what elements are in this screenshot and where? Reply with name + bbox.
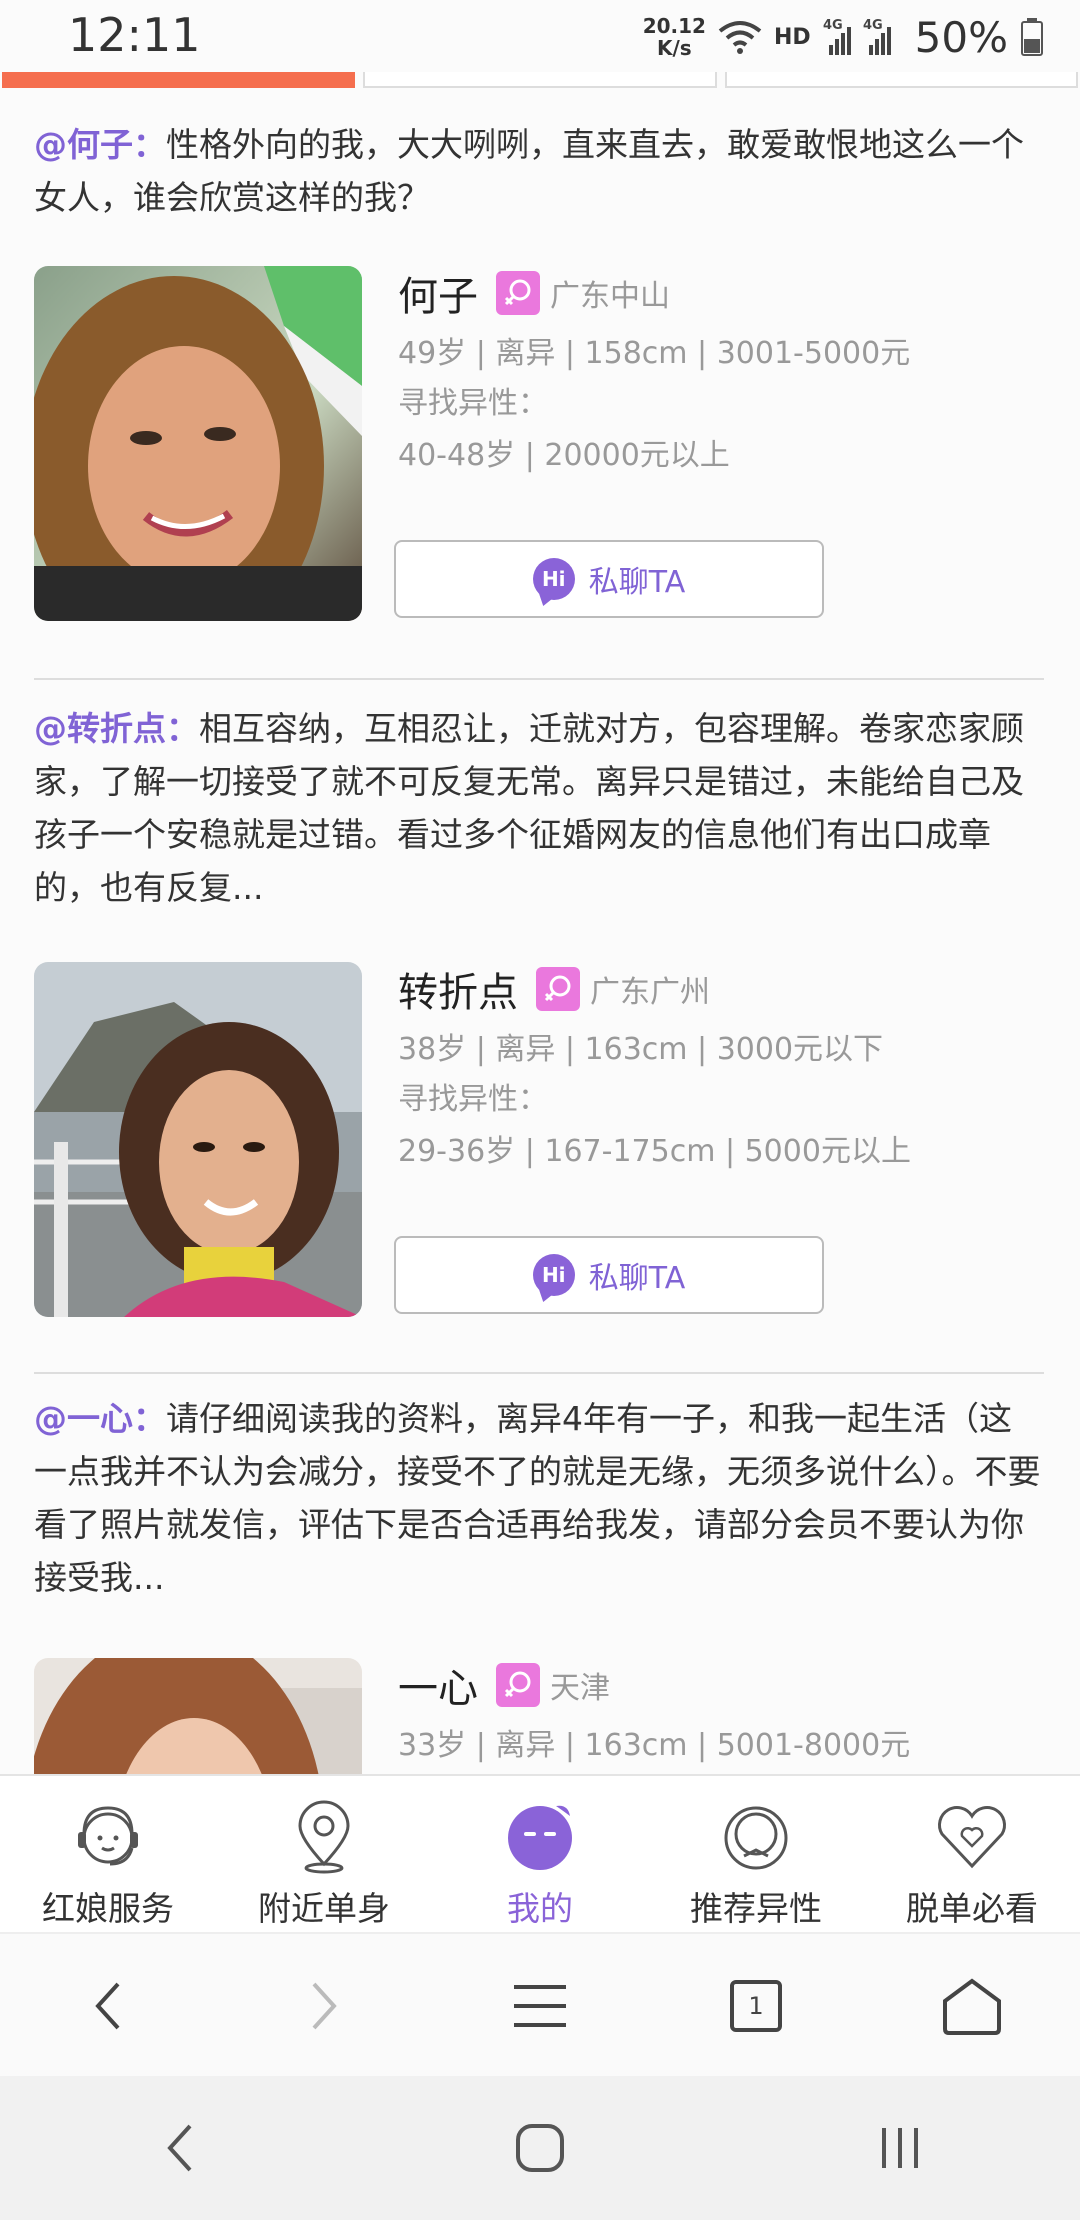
name-row: 转折点 广东广州 — [398, 960, 710, 1018]
profile-city: 广东中山 — [550, 279, 670, 314]
seeking-label: 寻找异性： — [398, 1082, 548, 1117]
system-navigation-bar — [0, 2076, 1080, 2220]
card-divider — [34, 678, 1044, 680]
svg-text:4G: 4G — [823, 18, 843, 33]
profile-info: 49岁 | 离异 | 158cm | 3001-5000元 — [398, 336, 911, 371]
heart-icon — [938, 1806, 1006, 1869]
home-square-icon — [516, 2124, 564, 2172]
hi-chat-icon: Hi — [532, 558, 575, 600]
profile-intro[interactable]: @何子：性格外向的我，大大咧咧，直来直去，敢爱敢恨地这么一个女人，谁会欣赏这样的… — [34, 118, 1044, 224]
browser-home-button[interactable] — [927, 1961, 1017, 2051]
female-icon — [496, 1663, 540, 1707]
system-back-button[interactable] — [135, 2103, 225, 2193]
ring-icon — [724, 1806, 788, 1870]
female-icon — [536, 967, 580, 1011]
intro-text: 性格外向的我，大大咧咧，直来直去，敢爱敢恨地这么一个女人，谁会欣赏这样的我？ — [34, 125, 1024, 217]
system-recents-button[interactable] — [855, 2103, 945, 2193]
profile-city: 天津 — [550, 1671, 610, 1706]
browser-forward-button[interactable] — [279, 1961, 369, 2051]
system-home-button[interactable] — [495, 2103, 585, 2193]
hi-chat-icon: Hi — [532, 1254, 575, 1296]
nav-nearby-singles[interactable]: 附近单身 — [216, 1776, 432, 1934]
nav-must-read[interactable]: 脱单必看 — [864, 1776, 1080, 1934]
chat-label: 私聊TA — [588, 1261, 686, 1296]
avatar-photo-2 — [34, 962, 362, 1317]
seeking-label: 寻找异性： — [398, 386, 548, 421]
female-icon — [496, 271, 540, 315]
name-row: 何子 广东中山 — [398, 264, 670, 322]
chat-label: 私聊TA — [588, 565, 686, 600]
top-tab-strip — [0, 72, 1080, 88]
nav-label: 红娘服务 — [42, 1889, 174, 1928]
profile-intro[interactable]: @一心：请仔细阅读我的资料，离异4年有一子，和我一起生活（这一点我并不认为会减分… — [34, 1392, 1044, 1604]
profile-city: 广东广州 — [590, 975, 710, 1010]
nav-label: 附近单身 — [258, 1889, 390, 1928]
status-time: 12:11 — [68, 8, 201, 62]
status-icons: 20.12 K/s HD 4G 4G 50% — [643, 10, 1044, 64]
tab-3[interactable] — [724, 72, 1078, 88]
profile-handle[interactable]: @何子： — [34, 125, 166, 164]
browser-menu-button[interactable] — [495, 1961, 585, 2051]
nav-label: 推荐异性 — [690, 1889, 822, 1928]
svg-text:4G: 4G — [863, 18, 883, 33]
nav-label: 脱单必看 — [906, 1889, 1038, 1928]
intro-text: 请仔细阅读我的资料，离异4年有一子，和我一起生活（这一点我并不认为会减分，接受不… — [34, 1399, 1041, 1597]
status-bar: 12:11 20.12 K/s HD 4G 4G 50% — [0, 0, 1080, 72]
card-divider — [34, 1372, 1044, 1374]
profile-name[interactable]: 转折点 — [398, 960, 518, 1018]
name-row: 一心 天津 — [398, 1656, 610, 1714]
battery-percent: 50% — [914, 12, 1008, 62]
wifi-icon — [718, 21, 762, 54]
signal-icon: 4G 4G — [823, 18, 891, 55]
profile-feed: @何子：性格外向的我，大大咧咧，直来直去，敢爱敢恨地这么一个女人，谁会欣赏这样的… — [0, 88, 1080, 1774]
tab-count: 1 — [748, 1992, 764, 2020]
recents-icon — [882, 2128, 918, 2168]
profile-photo[interactable] — [34, 266, 362, 621]
tab-1[interactable] — [2, 72, 356, 88]
bottom-nav: 红娘服务 附近单身 我的 推荐异性 脱单必看 — [0, 1774, 1080, 1934]
home-icon — [943, 1978, 1001, 2035]
browser-toolbar: 1 — [0, 1932, 1080, 2078]
menu-icon — [514, 1985, 566, 2027]
avatar-photo-1 — [34, 266, 362, 621]
tabs-count-icon: 1 — [730, 1980, 782, 2032]
nav-recommended[interactable]: 推荐异性 — [648, 1776, 864, 1934]
private-chat-button[interactable]: Hi 私聊TA — [394, 1236, 824, 1314]
tab-2[interactable] — [363, 72, 717, 88]
matchmaker-headset-icon — [78, 1806, 138, 1866]
profile-info: 33岁 | 离异 | 163cm | 5001-8000元 — [398, 1728, 911, 1763]
profile-photo[interactable] — [34, 962, 362, 1317]
browser-tabs-button[interactable]: 1 — [711, 1961, 801, 2051]
profile-intro[interactable]: @转折点：相互容纳，互相忍让，迁就对方，包容理解。卷家恋家顾家，了解一切接受了就… — [34, 702, 1044, 914]
battery-icon — [1021, 18, 1043, 56]
back-chevron-icon — [167, 2124, 192, 2172]
private-chat-button[interactable]: Hi 私聊TA — [394, 540, 824, 618]
location-pin-icon — [298, 1800, 350, 1874]
chevron-left-icon — [95, 1982, 120, 2030]
chevron-right-icon — [312, 1982, 337, 2030]
network-speed: 20.12 K/s — [642, 14, 706, 60]
my-profile-face-icon — [508, 1805, 572, 1870]
nav-label: 我的 — [507, 1889, 573, 1928]
seeking-criteria: 29-36岁 | 167-175cm | 5000元以上 — [398, 1134, 911, 1169]
profile-handle[interactable]: @转折点： — [34, 709, 199, 748]
seeking-criteria: 40-48岁 | 20000元以上 — [398, 438, 730, 473]
nav-matchmaker-service[interactable]: 红娘服务 — [0, 1776, 216, 1934]
avatar-photo-3 — [34, 1658, 362, 1774]
profile-name[interactable]: 何子 — [398, 264, 478, 322]
nav-my-profile[interactable]: 我的 — [432, 1776, 648, 1934]
profile-name[interactable]: 一心 — [398, 1656, 478, 1714]
hd-label: HD — [773, 24, 811, 50]
profile-handle[interactable]: @一心： — [34, 1399, 166, 1438]
profile-info: 38岁 | 离异 | 163cm | 3000元以下 — [398, 1032, 884, 1067]
profile-photo[interactable] — [34, 1658, 362, 1774]
browser-back-button[interactable] — [63, 1961, 153, 2051]
